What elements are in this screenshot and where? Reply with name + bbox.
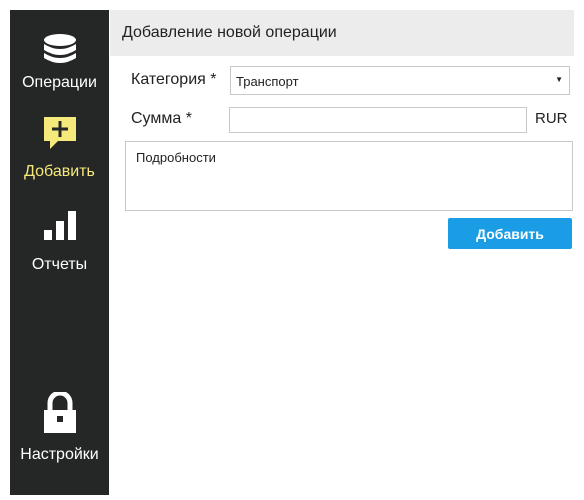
category-select[interactable]: Транспорт ▼ [230, 66, 570, 95]
bar-chart-icon [43, 211, 76, 240]
sidebar-item-label: Отчеты [31, 256, 88, 273]
category-label: Категория * [131, 71, 217, 88]
category-selected-value: Транспорт [236, 74, 299, 89]
sidebar-item-label: Добавить [24, 163, 95, 180]
main-panel: Добавление новой операции Категория * Тр… [110, 10, 584, 495]
chevron-down-icon: ▼ [555, 75, 563, 84]
add-comment-icon [43, 117, 76, 149]
sidebar-item-settings[interactable]: Настройки [10, 392, 109, 464]
sidebar-item-label: Операции [22, 74, 97, 91]
amount-input[interactable] [229, 107, 527, 133]
amount-label: Сумма * [131, 110, 192, 127]
sidebar-item-label: Настройки [20, 446, 99, 463]
currency-label: RUR [535, 110, 568, 127]
details-textarea[interactable] [125, 141, 573, 211]
sidebar-item-operations[interactable]: Операции [10, 32, 109, 92]
sidebar-item-add[interactable]: Добавить [10, 115, 109, 181]
database-icon [43, 34, 76, 63]
sidebar: Операции Добавить Отчеты Настройки [10, 10, 109, 495]
add-button[interactable]: Добавить [448, 218, 572, 249]
lock-icon [43, 392, 76, 433]
page-header: Добавление новой операции [110, 10, 574, 56]
sidebar-item-reports[interactable]: Отчеты [10, 210, 109, 274]
page-title: Добавление новой операции [122, 24, 337, 41]
